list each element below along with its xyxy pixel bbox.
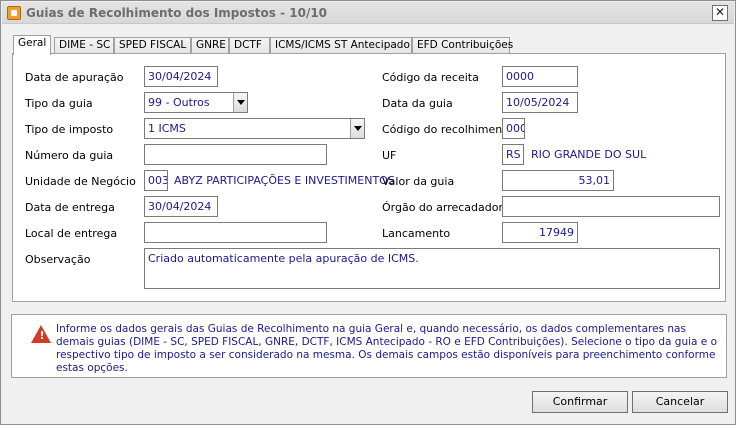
tab-dime-sc[interactable]: DIME - SC (54, 37, 114, 54)
tab-dctf[interactable]: DCTF (229, 37, 270, 54)
title-bar: Guias de Recolhimento dos Impostos - 10/… (2, 2, 734, 24)
orgao-arrecadador-label: Órgão do arrecadador (382, 201, 504, 214)
tab-icms-st-antecipado[interactable]: ICMS/ICMS ST Antecipado (270, 37, 412, 54)
close-button[interactable]: ✕ (712, 5, 728, 21)
numero-guia-input[interactable] (144, 144, 327, 165)
tipo-guia-dropdown-icon[interactable] (233, 93, 247, 112)
codigo-receita-input[interactable]: 0000 (502, 66, 578, 87)
data-apuracao-input[interactable]: 30/04/2024 (144, 66, 218, 87)
data-guia-label: Data da guia (382, 97, 453, 110)
window-title: Guias de Recolhimento dos Impostos - 10/… (26, 6, 328, 20)
uf-code-input[interactable]: RS (502, 144, 524, 165)
tab-panel-geral: Data de apuração 30/04/2024 Tipo da guia… (12, 53, 726, 302)
data-entrega-input[interactable]: 30/04/2024 (144, 196, 218, 217)
local-entrega-label: Local de entrega (25, 227, 118, 240)
info-text: Informe os dados gerais das Guias de Rec… (56, 323, 718, 374)
tipo-guia-value: 99 - Outros (148, 96, 210, 109)
tab-efd-contribuicoes[interactable]: EFD Contribuições (412, 37, 513, 54)
tipo-imposto-dropdown-icon[interactable] (350, 119, 364, 138)
tipo-guia-label: Tipo da guia (25, 97, 93, 110)
uf-label: UF (382, 149, 397, 162)
valor-guia-label: Valor da guia (382, 175, 455, 188)
confirm-button[interactable]: Confirmar (532, 391, 628, 413)
unidade-negocio-name: ABYZ PARTICIPAÇÕES E INVESTIMENTOS (174, 174, 395, 187)
tipo-imposto-label: Tipo de imposto (25, 123, 114, 136)
app-icon (7, 6, 21, 20)
codigo-recolhimento-label: Código do recolhimento (382, 123, 514, 136)
data-apuracao-label: Data de apuração (25, 71, 124, 84)
local-entrega-input[interactable] (144, 222, 327, 243)
tab-gnre[interactable]: GNRE (191, 37, 229, 54)
lancamento-label: Lancamento (382, 227, 451, 240)
lancamento-input[interactable]: 17949 (502, 222, 578, 243)
tipo-imposto-select[interactable]: 1 ICMS (144, 118, 365, 139)
dialog-window: Guias de Recolhimento dos Impostos - 10/… (0, 0, 736, 425)
observacao-textarea[interactable]: Criado automaticamente pela apuração de … (144, 248, 720, 289)
valor-guia-input[interactable]: 53,01 (502, 170, 614, 191)
tipo-imposto-value: 1 ICMS (148, 122, 186, 135)
cancel-button[interactable]: Cancelar (632, 391, 728, 413)
observacao-label: Observação (25, 253, 91, 266)
unidade-negocio-code-input[interactable]: 003 (144, 170, 168, 191)
tab-geral[interactable]: Geral (13, 35, 51, 55)
data-guia-input[interactable]: 10/05/2024 (502, 92, 578, 113)
uf-name: RIO GRANDE DO SUL (531, 148, 647, 161)
tipo-guia-select[interactable]: 99 - Outros (144, 92, 248, 113)
codigo-recolhimento-input[interactable]: 000 (502, 118, 525, 139)
unidade-negocio-label: Unidade de Negócio (25, 175, 136, 188)
warning-icon-mark: ! (39, 329, 45, 342)
data-entrega-label: Data de entrega (25, 201, 115, 214)
info-panel: ! Informe os dados gerais das Guias de R… (11, 314, 727, 378)
tab-sped-fiscal[interactable]: SPED FISCAL (114, 37, 191, 54)
orgao-arrecadador-input[interactable] (502, 196, 720, 217)
codigo-receita-label: Código da receita (382, 71, 479, 84)
numero-guia-label: Número da guia (25, 149, 114, 162)
